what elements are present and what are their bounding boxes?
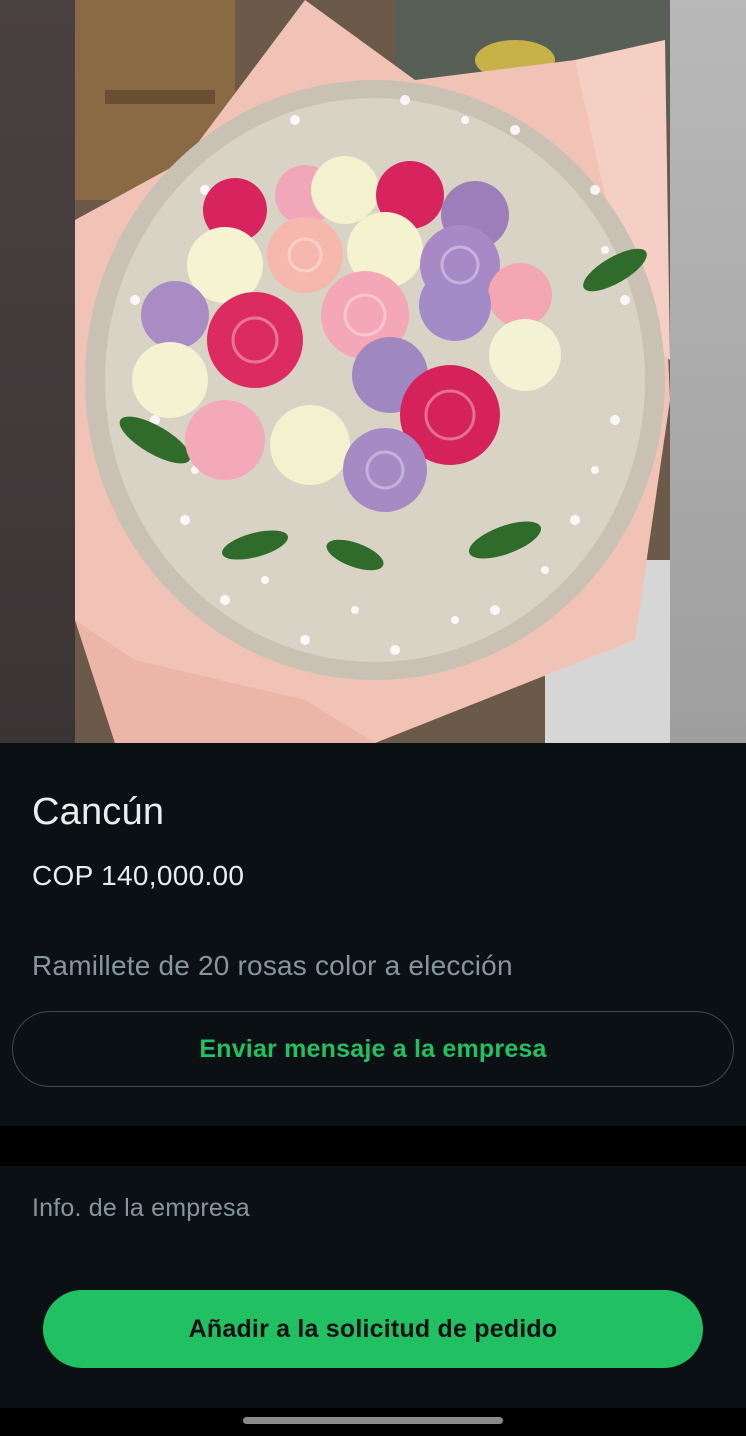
company-info-link[interactable]: Info. de la empresa (32, 1194, 250, 1223)
product-price: COP 140,000.00 (32, 860, 245, 891)
company-section: Info. de la empresa Añadir a la solicitu… (0, 1166, 746, 1408)
home-indicator[interactable] (243, 1417, 503, 1424)
add-to-order-button[interactable]: Añadir a la solicitud de pedido (43, 1290, 703, 1368)
next-image-edge (670, 0, 746, 743)
section-divider (0, 1126, 746, 1166)
message-business-button[interactable]: Enviar mensaje a la empresa (12, 1011, 734, 1087)
product-image-gallery[interactable] (0, 0, 746, 743)
product-title: Cancún (32, 791, 165, 833)
system-navigation-bar (0, 1408, 746, 1436)
product-image (75, 0, 670, 743)
previous-image-edge (0, 0, 75, 743)
product-detail-screen: Cancún COP 140,000.00 Ramillete de 20 ro… (0, 0, 746, 1436)
product-description: Ramillete de 20 rosas color a elección (32, 950, 513, 981)
product-details: Cancún COP 140,000.00 Ramillete de 20 ro… (0, 743, 746, 1126)
